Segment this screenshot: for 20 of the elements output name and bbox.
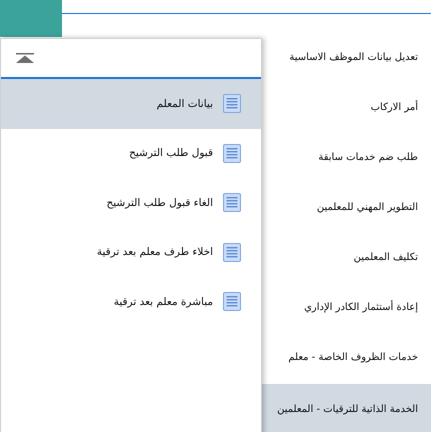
menu-item[interactable]: أمر الاركاب [262,82,431,132]
menu-item[interactable]: تعديل بيانات الموظف الاساسية [262,32,431,82]
menu-item[interactable]: التطوير المهني للمعلمين [262,182,431,232]
menu-item[interactable]: تكليف المعلمين [262,232,431,282]
document-icon [223,144,241,163]
collapse-up-icon[interactable] [16,53,34,63]
document-icon [223,94,241,114]
menu-item[interactable]: إعادة أستثمار الكادر الإداري [262,282,431,332]
submenu-item[interactable]: اخلاء طرف معلم بعد ترقية [1,228,261,277]
menu-item[interactable]: الخدمة الذاتية للترقيات - المعلمين [262,384,431,432]
document-icon [223,193,241,212]
menu-item[interactable]: طلب ضم خدمات سابقة [262,132,431,182]
document-icon [223,242,241,262]
menu-item[interactable]: خدمات الظروف الخاصة - معلم [262,332,431,382]
header-panel [0,0,62,37]
submenu-item[interactable]: بيانات المعلم [1,79,261,128]
submenu-item[interactable]: قبول طلب الترشيح [1,128,261,178]
submenu-item[interactable]: الغاء قبول طلب الترشيح [1,178,261,228]
document-icon [223,292,241,312]
submenu-item[interactable]: مباشرة معلم بعد ترقية [1,277,261,326]
